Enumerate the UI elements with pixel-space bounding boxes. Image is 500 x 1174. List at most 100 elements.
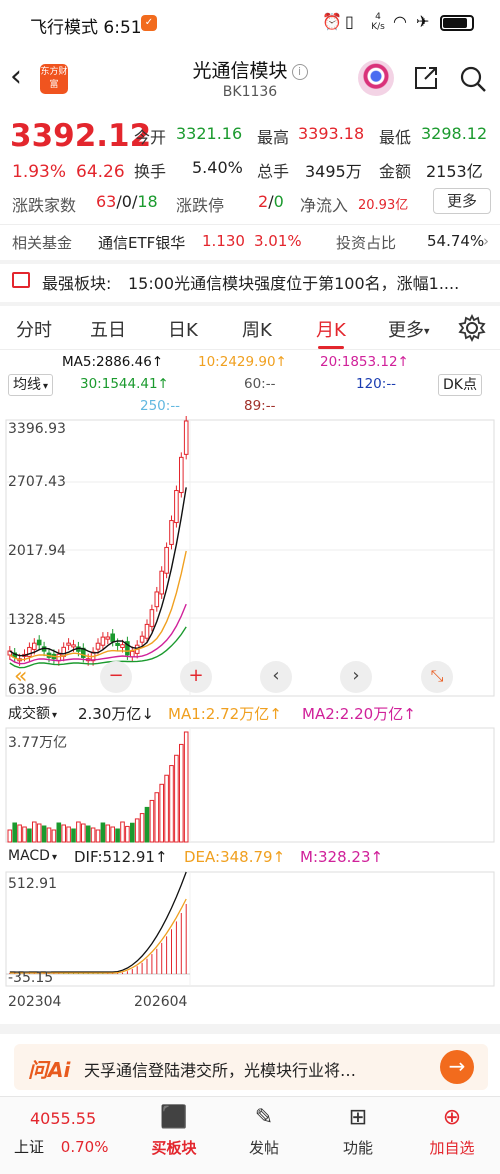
tab-weekly-k[interactable]: 周K: [242, 316, 272, 342]
ai-assistant-bar[interactable]: 问Ai 天孚通信登陆港交所，光模块行业将… →: [14, 1044, 488, 1090]
x-axis-label-start: 202304: [8, 994, 62, 1010]
buy-board-icon: ⬛: [160, 1105, 188, 1130]
tab-five-day[interactable]: 五日: [90, 316, 126, 342]
macd-axis-bottom: -35.15: [8, 970, 54, 986]
battery-icon: [440, 15, 474, 31]
index-name: 上证: [14, 1138, 45, 1156]
flat-count: 0: [121, 192, 132, 211]
indicator-select[interactable]: 均线 ▾: [8, 374, 54, 396]
volume-bar: [139, 813, 145, 843]
share-icon[interactable]: [412, 64, 440, 92]
price-axis-label: 1328.45: [8, 612, 66, 628]
candle-body: [159, 570, 164, 595]
notice-text: 15:00光通信模块强度位于第100名，涨幅1....: [128, 274, 460, 293]
tab-daily-k[interactable]: 日K: [168, 316, 198, 342]
scroll-right-button[interactable]: ›: [340, 661, 372, 693]
avatar[interactable]: [358, 60, 394, 96]
volume-bar: [110, 826, 116, 843]
change-value: 64.26: [76, 162, 125, 182]
search-icon[interactable]: [458, 64, 488, 94]
index-value: 4055.55: [30, 1109, 97, 1128]
rewind-icon[interactable]: «: [14, 664, 27, 689]
post-button[interactable]: ✎ 发帖: [224, 1105, 304, 1158]
vibrate-icon: ▯: [345, 12, 354, 31]
candlestick-chart[interactable]: [0, 416, 500, 700]
volume-bar: [179, 743, 184, 843]
bottom-nav: 4055.55 上证 0.70% ⬛ 买板块 ✎ 发帖 ⊞ 功能 ⊕ 加自选: [0, 1096, 500, 1174]
tab-monthly-k[interactable]: 月K: [316, 316, 346, 342]
candle-body: [100, 636, 106, 646]
scroll-left-button[interactable]: ‹: [260, 661, 292, 693]
candle-body: [56, 653, 62, 662]
price-axis-label: 3396.93: [8, 421, 66, 437]
alarm-icon: ⏰: [322, 12, 342, 31]
candle-body: [139, 635, 145, 643]
amount-label: 金额: [379, 162, 412, 181]
candle-body: [120, 644, 125, 649]
chevron-right-icon[interactable]: ›: [483, 232, 489, 250]
ma89-label: 89:--: [244, 398, 276, 414]
volume-bar: [169, 765, 174, 843]
functions-button[interactable]: ⊞ 功能: [318, 1105, 398, 1158]
more-button[interactable]: 更多: [433, 188, 491, 214]
updown-counts: 63/0/18: [96, 192, 158, 211]
fund-name[interactable]: 通信ETF银华: [98, 232, 185, 253]
wifi-icon: ◠: [393, 12, 407, 31]
down-count: 18: [137, 192, 158, 211]
notice-label: 最强板块:: [42, 274, 112, 293]
indicator-select-label: 均线: [13, 377, 41, 393]
settings-gear-icon[interactable]: [458, 314, 486, 342]
macd-axis-top: 512.91: [8, 876, 57, 892]
high-value: 3393.18: [298, 124, 365, 143]
post-label: 发帖: [248, 1139, 279, 1157]
low-label: 最低: [379, 128, 412, 147]
zoom-in-button[interactable]: +: [180, 661, 212, 693]
limit-down-count: 0: [273, 192, 284, 211]
weight-value: 54.74%: [427, 232, 485, 250]
caret-down-icon: ▾: [424, 324, 430, 338]
volume-bar: [36, 823, 42, 843]
amount-value: 2153亿: [426, 162, 483, 181]
candle-body: [27, 646, 32, 657]
volume-bar: [7, 829, 13, 843]
status-time: 飞行模式 6:51: [30, 18, 142, 38]
tab-more[interactable]: 更多▾: [388, 316, 430, 342]
monitor-icon: [12, 272, 30, 288]
volume-bar: [183, 731, 189, 843]
open-label: 今开: [134, 128, 167, 147]
macd-dif: DIF:512.91↑: [74, 848, 168, 866]
zoom-out-button[interactable]: −: [100, 661, 132, 693]
buy-board-button[interactable]: ⬛ 买板块: [134, 1105, 214, 1158]
volume-bar: [12, 822, 17, 843]
ma120-label: 120:--: [356, 376, 397, 392]
index-ticker[interactable]: 4055.55 上证 0.70%: [14, 1109, 124, 1157]
volume-select[interactable]: 成交额 ▾: [8, 703, 57, 723]
volume-bar: [149, 799, 155, 843]
ma250-label: 250:--: [140, 398, 181, 414]
header: ‹ 东方财富 光通信模块 i BK1136: [0, 46, 500, 112]
fullscreen-icon[interactable]: ⤡: [421, 661, 453, 693]
add-watchlist-button[interactable]: ⊕ 加自选: [412, 1105, 492, 1158]
edit-icon: ✎: [254, 1105, 274, 1130]
volume-bar: [125, 825, 130, 843]
volume-bar: [134, 818, 140, 843]
volume-bar: [154, 792, 160, 843]
macd-select[interactable]: MACD ▾: [8, 848, 57, 864]
buy-board-label: 买板块: [151, 1139, 197, 1157]
volume-bar: [32, 821, 37, 843]
open-value: 3321.16: [176, 124, 243, 143]
tab-intraday[interactable]: 分时: [16, 316, 52, 342]
candle-body: [95, 642, 101, 650]
candle-body: [66, 642, 71, 646]
turnover-label: 换手: [134, 162, 167, 181]
candle-body: [164, 546, 169, 574]
candle-body: [154, 591, 160, 608]
volume-value: 3495万: [305, 162, 362, 181]
dk-button[interactable]: DK点: [438, 374, 482, 396]
arrow-right-icon[interactable]: →: [440, 1050, 474, 1084]
info-icon[interactable]: i: [291, 63, 308, 80]
candle-body: [179, 456, 184, 494]
index-percent: 0.70%: [60, 1138, 109, 1156]
candle-body: [169, 520, 174, 545]
current-price: 3392.12: [10, 118, 152, 154]
